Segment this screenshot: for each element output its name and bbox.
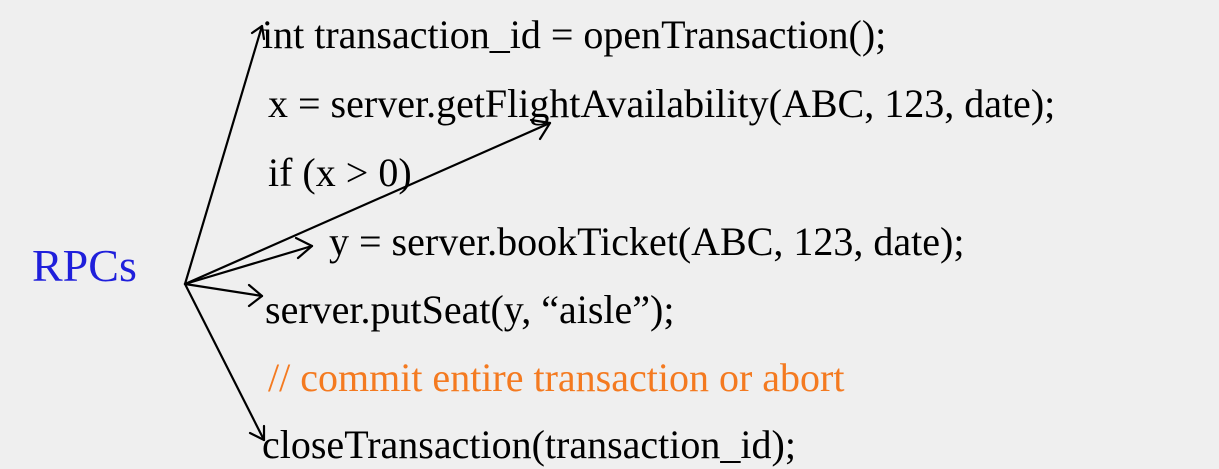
rpc-arrows-diagram [183,24,552,442]
arrow-to-put-seat [183,282,264,308]
arrow-to-get-flight-availability [183,118,552,286]
arrow-to-open-transaction [183,24,266,286]
arrow-to-book-ticket [183,236,314,286]
arrow-to-close-transaction [183,282,266,442]
